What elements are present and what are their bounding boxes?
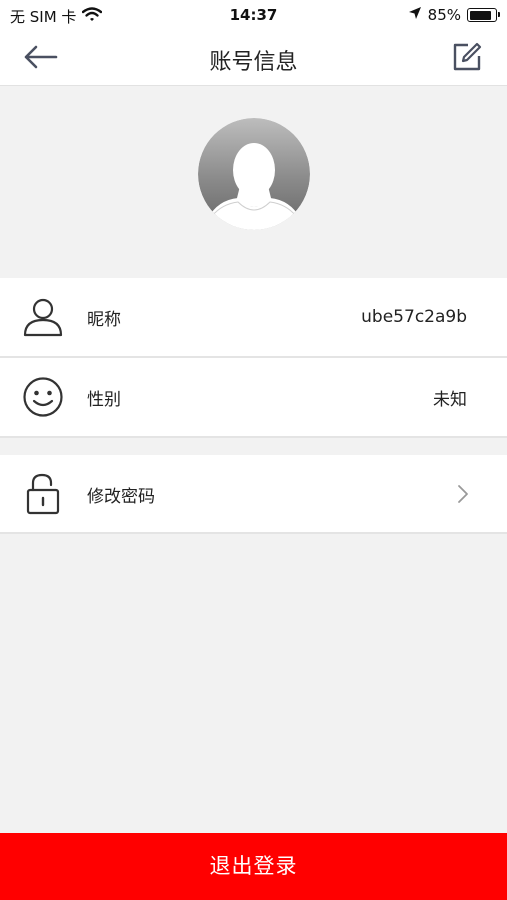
battery-level [469, 10, 491, 20]
status-right: 85% [408, 6, 500, 24]
nickname-row[interactable]: 昵称 ube57c2a9b [0, 278, 507, 356]
nickname-label: 昵称 [87, 309, 121, 330]
page-title: 账号信息 [209, 50, 298, 75]
edit-icon [452, 42, 482, 76]
divider [0, 436, 507, 438]
nav-bar: 账号信息 [0, 32, 507, 86]
logout-button[interactable]: 退出登录 [0, 833, 507, 900]
chevron-right-icon [457, 484, 469, 504]
default-avatar-icon [198, 118, 310, 230]
gender-row[interactable]: 性别 未知 [0, 358, 507, 436]
battery-percent: 85% [427, 6, 461, 24]
lock-icon [22, 473, 64, 515]
avatar[interactable] [198, 118, 310, 230]
divider [0, 532, 507, 534]
location-arrow-icon [408, 6, 422, 24]
gender-label: 性别 [87, 389, 121, 410]
gender-value: 未知 [433, 389, 467, 410]
edit-button[interactable] [449, 42, 485, 76]
avatar-section [0, 87, 507, 277]
change-password-label: 修改密码 [87, 486, 155, 507]
nickname-value: ube57c2a9b [361, 307, 467, 327]
user-icon [22, 296, 64, 338]
battery-icon [467, 8, 500, 22]
change-password-row[interactable]: 修改密码 [0, 455, 507, 533]
smile-face-icon [22, 376, 64, 418]
status-bar: 无 SIM 卡 14:37 85% [0, 0, 507, 32]
